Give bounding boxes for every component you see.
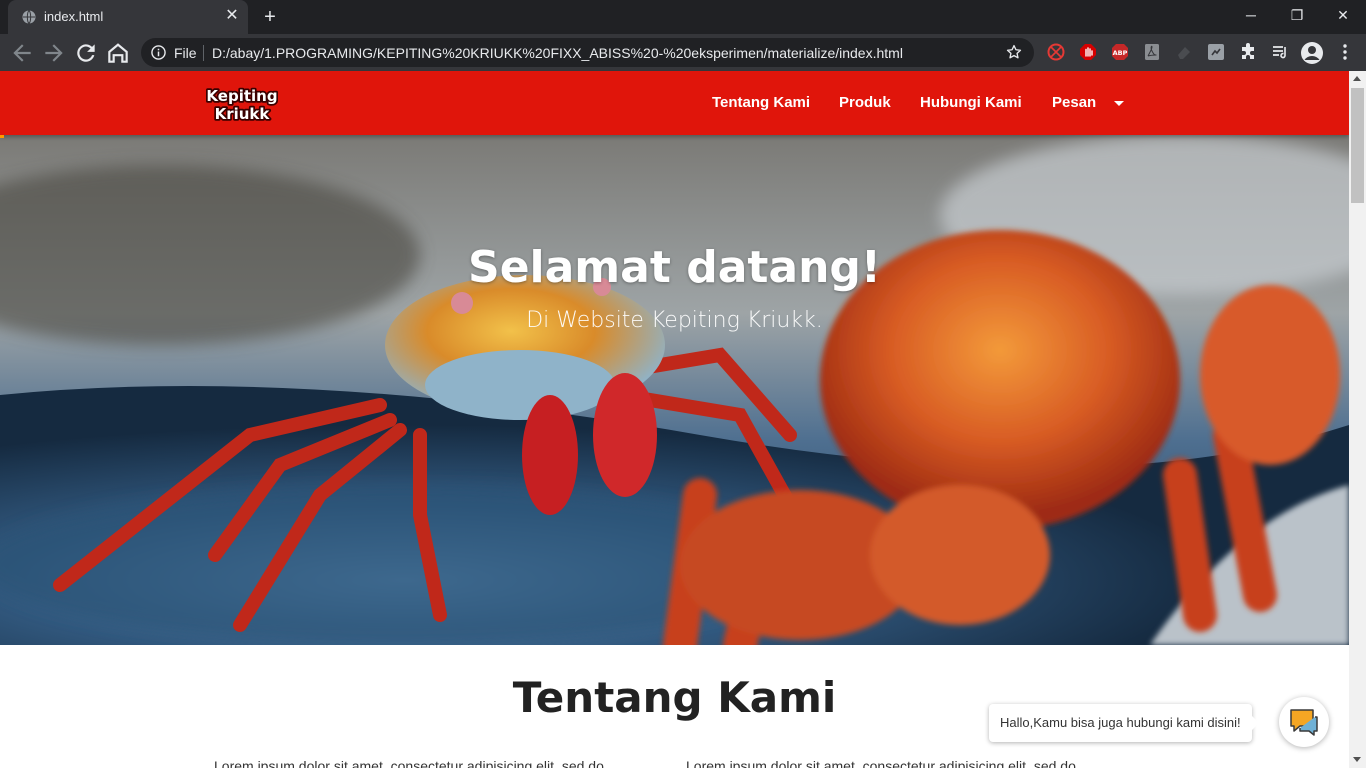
forward-icon[interactable] [41,40,67,66]
blocker-extension-icon[interactable] [1047,43,1065,61]
nav-link-produk[interactable]: Produk [839,94,891,111]
chat-icon [1290,709,1318,736]
browser-tab[interactable]: index.html ✕ [8,0,248,34]
eraser-extension-icon[interactable] [1175,43,1193,61]
tab-close-icon[interactable]: ✕ [224,8,240,24]
address-separator [203,45,204,61]
globe-icon [22,10,36,24]
scroll-up-icon[interactable] [1353,76,1361,81]
pdf-extension-icon[interactable] [1143,43,1161,61]
address-bar[interactable]: File D:/abay/1.PROGRAMING/KEPITING%20KRI… [141,38,1034,67]
about-text-column-1: Lorem ipsum dolor sit amet, consectetur … [214,758,604,768]
dropdown-caret-icon[interactable] [1114,101,1124,106]
chat-button[interactable] [1279,697,1329,747]
stop-hand-extension-icon[interactable] [1079,43,1097,61]
url-text[interactable]: D:/abay/1.PROGRAMING/KEPITING%20KRIUKK%2… [212,45,903,61]
star-icon[interactable] [1005,43,1023,61]
nav-link-pesan[interactable]: Pesan [1052,94,1096,111]
media-icon[interactable] [1271,43,1289,61]
scroll-down-icon[interactable] [1353,757,1361,762]
svg-text:ABP: ABP [1113,49,1128,57]
new-tab-button[interactable]: + [258,5,282,29]
browser-tab-strip: index.html ✕ + ─ ❐ ✕ [0,0,1366,34]
brand-logo[interactable]: Kepiting Kriukk [206,82,278,124]
progress-bar [0,135,4,138]
hero-title: Selamat datang! [468,242,881,293]
tab-title: index.html [44,9,104,24]
about-text-column-2: Lorem ipsum dolor sit amet, consectetur … [686,758,1076,768]
puzzle-icon[interactable] [1239,43,1257,61]
restore-button[interactable]: ❐ [1274,0,1320,30]
page-scrollbar[interactable] [1349,71,1366,768]
site-navbar: Kepiting Kriukk Tentang Kami Produk Hubu… [0,71,1349,135]
browser-toolbar: File D:/abay/1.PROGRAMING/KEPITING%20KRI… [0,34,1366,98]
info-icon[interactable] [151,45,166,60]
screenshot-extension-icon[interactable] [1207,43,1225,61]
logo-line-1: Kepiting [206,87,277,105]
page-viewport: Kepiting Kriukk Tentang Kami Produk Hubu… [0,71,1349,768]
scheme-label: File [174,45,197,61]
home-icon[interactable] [105,40,131,66]
chat-tooltip: Hallo,Kamu bisa juga hubungi kami disini… [989,704,1259,742]
reload-icon[interactable] [73,40,99,66]
crab-hero-image [0,135,1349,645]
nav-link-tentang-kami[interactable]: Tentang Kami [712,94,810,111]
nav-link-hubungi-kami[interactable]: Hubungi Kami [920,94,1022,111]
close-window-button[interactable]: ✕ [1320,0,1366,30]
hero-subtitle: Di Website Kepiting Kriukk. [526,308,823,333]
profile-icon[interactable] [1300,41,1324,65]
minimize-button[interactable]: ─ [1228,0,1274,30]
logo-line-2: Kriukk [215,105,271,123]
back-icon[interactable] [9,40,35,66]
adblock-extension-icon[interactable]: ABP [1111,43,1129,61]
scroll-thumb[interactable] [1351,88,1364,203]
hero-banner: Selamat datang! Di Website Kepiting Kriu… [0,135,1349,645]
menu-icon[interactable] [1336,43,1354,61]
